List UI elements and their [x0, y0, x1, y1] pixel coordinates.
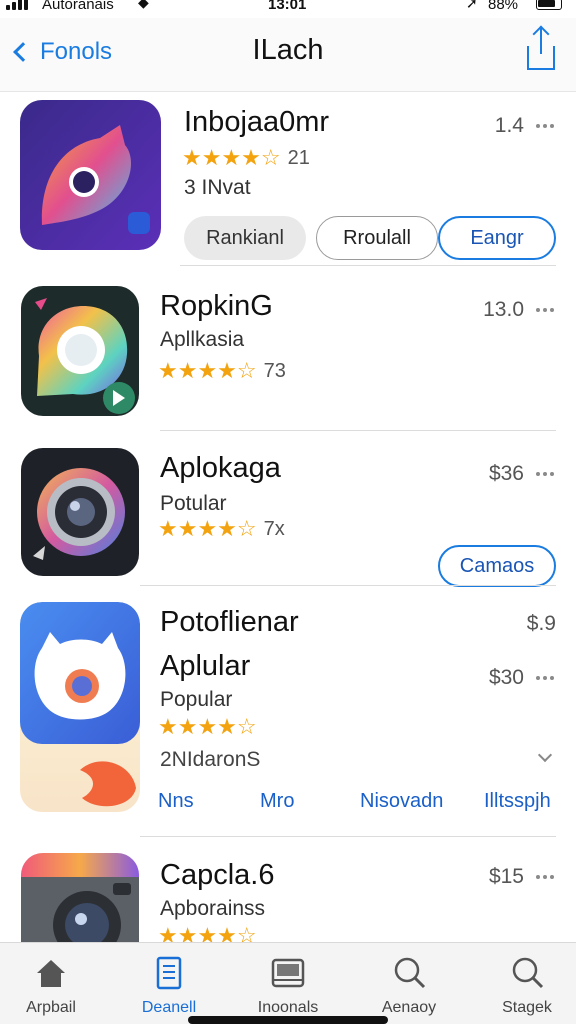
rating-count: 7x: [263, 517, 285, 540]
app-name: Potoflienar: [160, 606, 299, 638]
tab-arpbail[interactable]: Arpbail: [0, 949, 106, 1019]
app-icon-chat[interactable]: [21, 286, 139, 416]
camaos-button[interactable]: Camaos: [438, 545, 556, 587]
stars-icon: ★★★★☆: [158, 714, 257, 739]
more-icon[interactable]: [536, 676, 554, 680]
carrier-label: Autoranais: [42, 0, 114, 13]
link-item[interactable]: Illtsspjh: [484, 790, 551, 813]
search-icon: [512, 957, 544, 989]
share-icon: [527, 28, 555, 70]
document-icon: [156, 956, 182, 990]
tab-label: Inoonals: [257, 999, 319, 1016]
price-label: 1.4: [494, 114, 524, 137]
list-item[interactable]: Capcla.6 Apborainss ★★★★☆ $15: [0, 845, 576, 942]
app-subtitle: Popular: [160, 688, 233, 711]
link-item[interactable]: Nns: [158, 790, 194, 813]
stars-icon: ★★★★☆: [158, 358, 257, 383]
star-rating: ★★★★☆: [158, 923, 257, 942]
battery-icon: [536, 0, 562, 10]
divider: [160, 430, 556, 431]
more-icon[interactable]: [536, 875, 554, 879]
list-item[interactable]: RopkinG Apllkasia ★★★★☆ 73 13.0: [0, 272, 576, 432]
star-rating: ★★★★☆ 7x: [158, 516, 285, 542]
review-count: 2NIdaronS: [160, 748, 261, 771]
link-row: Nns Mro Nisovadn Illtsspjh: [158, 790, 558, 820]
app-subtitle: Apborainss: [160, 897, 266, 920]
more-icon[interactable]: [536, 308, 554, 312]
app-icon-camera[interactable]: [21, 448, 139, 576]
app-icon-camera[interactable]: [21, 853, 139, 942]
location-icon: ➚: [466, 0, 478, 11]
divider: [180, 265, 556, 266]
app-icon-bird[interactable]: [20, 100, 161, 250]
search-icon: [394, 957, 426, 989]
price-label: $.9: [526, 612, 556, 635]
star-rating: ★★★★☆ 21: [182, 145, 310, 171]
home-icon: [37, 960, 65, 987]
app-name-secondary: Aplular: [160, 650, 251, 682]
tab-inoonals[interactable]: Inoonals: [233, 949, 343, 1019]
tab-label: Arpbail: [26, 999, 76, 1016]
app-name: RopkinG: [160, 290, 273, 322]
get-button[interactable]: Eangr: [438, 216, 556, 260]
home-indicator[interactable]: [188, 1016, 388, 1024]
navigation-bar: Fonols ILach: [0, 18, 576, 92]
app-subtitle: Apllkasia: [160, 328, 245, 351]
signal-icon: [6, 0, 28, 10]
more-icon[interactable]: [536, 472, 554, 476]
more-icon[interactable]: [536, 124, 554, 128]
tab-label: Aenaoy: [381, 999, 437, 1016]
price-label: $15: [488, 865, 524, 888]
chat-icon: [21, 286, 139, 416]
divider: [140, 836, 556, 837]
wifi-icon: ◆: [138, 0, 149, 10]
star-rating: ★★★★☆: [158, 714, 257, 740]
clock: 13:01: [268, 0, 307, 13]
stars-icon: ★★★★☆: [158, 923, 257, 942]
camera-lens-icon: [21, 448, 139, 576]
app-subtitle: 3 INvat: [184, 176, 251, 199]
camera-icon: [21, 853, 139, 942]
divider: [140, 585, 556, 586]
link-item[interactable]: Mro: [260, 790, 294, 813]
battery-percent: 88%: [488, 0, 519, 13]
rank-button[interactable]: Rankianl: [184, 216, 306, 260]
price-label: 13.0: [483, 298, 524, 321]
share-button[interactable]: [524, 28, 558, 74]
app-subtitle: Potular: [160, 492, 227, 515]
rating-count: 73: [263, 359, 286, 382]
list-item[interactable]: Inbojaa0mr ★★★★☆ 21 3 INvat 1.4 Rankianl…: [0, 92, 576, 267]
star-rating: ★★★★☆ 73: [158, 358, 286, 384]
link-item[interactable]: Nisovadn: [360, 790, 443, 813]
app-icon-cat[interactable]: [20, 602, 140, 812]
tab-label: Stagek: [502, 999, 552, 1016]
app-name: Capcla.6: [160, 859, 275, 891]
tab-aenaoy[interactable]: Aenaoy: [354, 949, 464, 1019]
bird-icon: [20, 100, 161, 250]
app-name: Aplokaga: [160, 452, 281, 484]
rating-count: 21: [287, 146, 310, 169]
page-title: ILach: [252, 34, 324, 66]
cat-icon: [20, 602, 140, 812]
price-label: $30: [488, 666, 524, 689]
tab-bar: Arpbail Deanell Inoonals Aenaoy Stagek: [0, 942, 576, 1024]
tab-deanell[interactable]: Deanell: [114, 949, 224, 1019]
tab-label: Deanell: [141, 999, 197, 1016]
app-name: Inbojaa0mr: [184, 106, 330, 138]
rroulall-button[interactable]: Rroulall: [316, 216, 438, 260]
tab-stagek[interactable]: Stagek: [472, 949, 576, 1019]
list-item[interactable]: Aplokaga Potular ★★★★☆ 7x $36 Camaos: [0, 432, 576, 587]
stars-icon: ★★★★☆: [182, 145, 281, 170]
inbox-icon: [271, 958, 305, 988]
stars-icon: ★★★★☆: [158, 516, 257, 541]
price-label: $36: [488, 462, 524, 485]
status-bar: Autoranais ◆ 13:01 ➚ 88%: [0, 0, 576, 18]
